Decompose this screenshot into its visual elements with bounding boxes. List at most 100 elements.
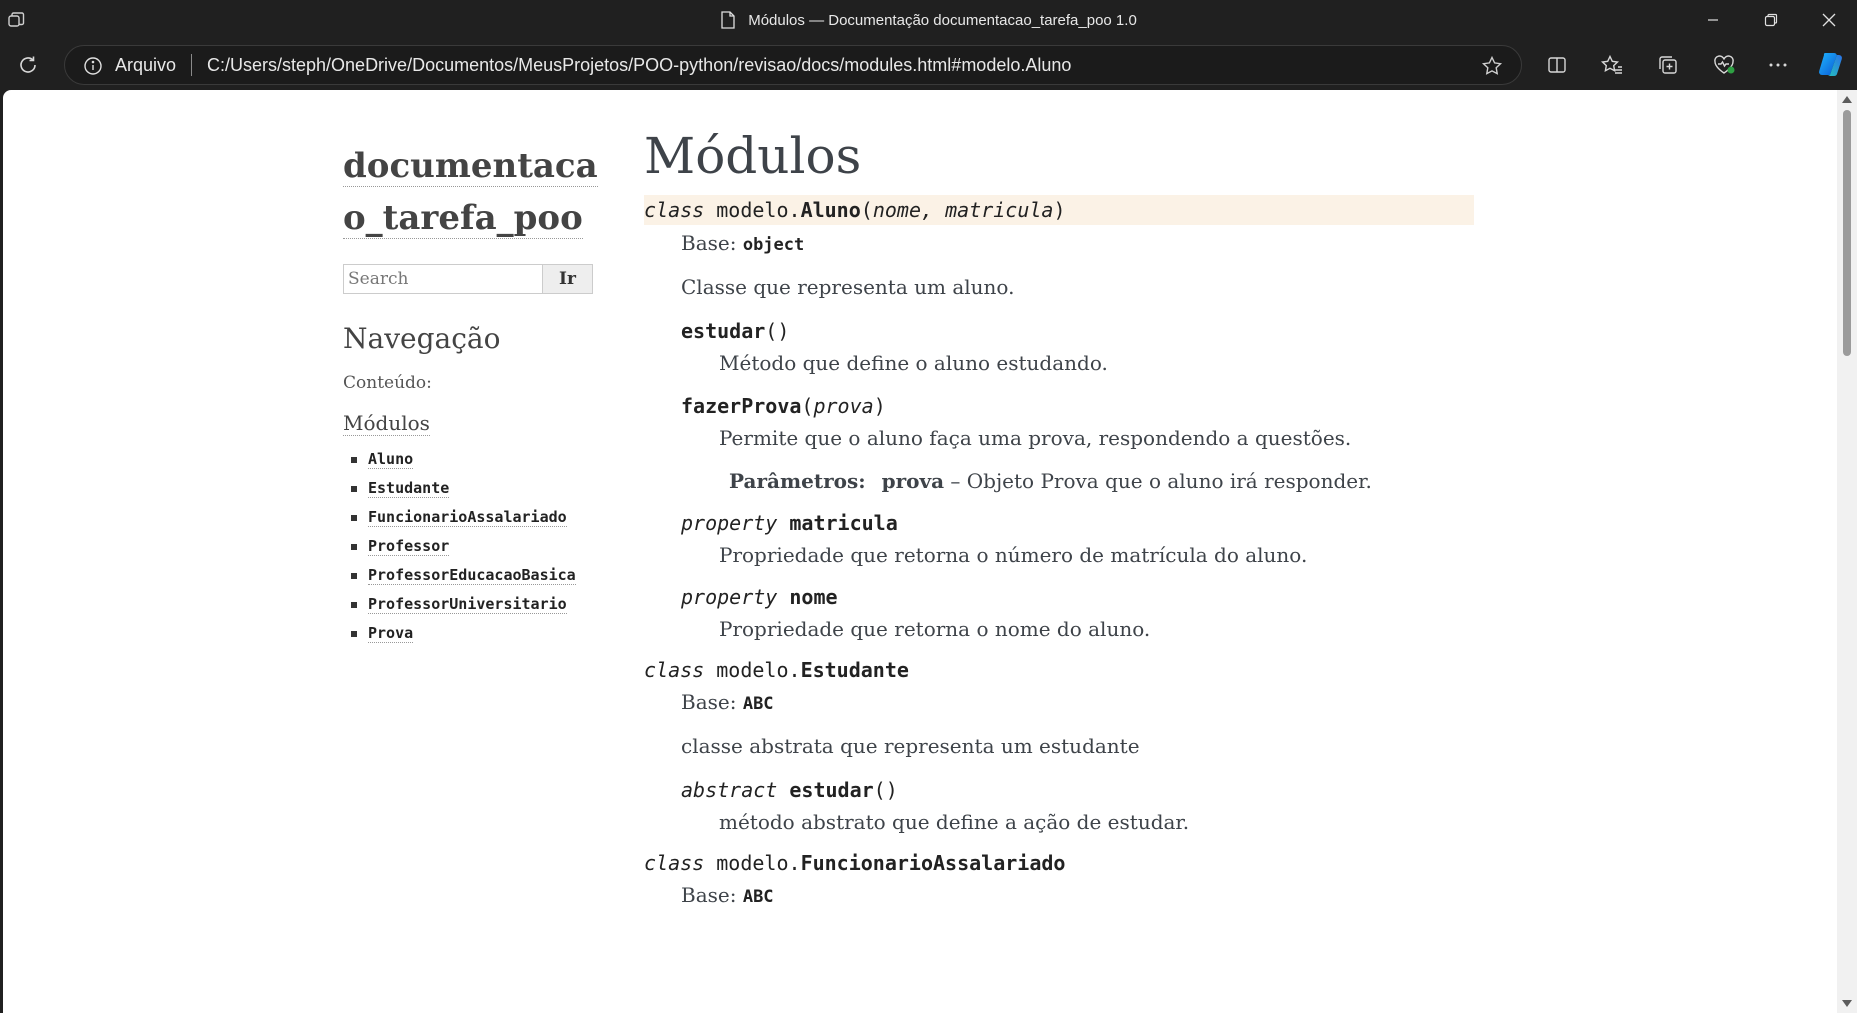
class-keyword: class bbox=[644, 851, 705, 875]
base-class-name: object bbox=[742, 235, 805, 255]
info-icon[interactable] bbox=[83, 56, 103, 76]
property-signature-matricula: property matricula bbox=[681, 508, 1474, 538]
module-prefix: modelo. bbox=[716, 658, 801, 682]
toc-link-professor[interactable]: Professor bbox=[368, 537, 450, 556]
scroll-up-arrow-icon[interactable] bbox=[1842, 96, 1852, 103]
base-class-line: Base: object bbox=[681, 228, 1474, 260]
method-description: Método que define o aluno estudando. bbox=[719, 351, 1108, 375]
paren-open: ( bbox=[860, 198, 873, 222]
more-options-button[interactable] bbox=[1760, 48, 1796, 82]
base-class-name: ABC bbox=[742, 694, 774, 714]
window-title-text: Módulos — Documentação documentacao_tare… bbox=[748, 11, 1137, 29]
scheme-label: Arquivo bbox=[115, 55, 177, 75]
browser-essentials-button[interactable] bbox=[1706, 48, 1742, 82]
split-screen-button[interactable] bbox=[1539, 48, 1575, 82]
browser-toolbar: Arquivo C:/Users/steph/OneDrive/Document… bbox=[0, 40, 1857, 90]
paren-close: ) bbox=[1053, 198, 1066, 222]
contents-caption: Conteúdo: bbox=[343, 373, 432, 393]
method-parens: () bbox=[873, 778, 898, 802]
navigation-heading: Navegação bbox=[343, 322, 501, 355]
base-class-name: ABC bbox=[742, 887, 774, 907]
method-parens: () bbox=[765, 319, 790, 343]
module-prefix: modelo. bbox=[716, 198, 801, 222]
class-name: FuncionarioAssalariado bbox=[800, 851, 1066, 875]
property-name: matricula bbox=[789, 511, 898, 535]
toc-link-prova[interactable]: Prova bbox=[368, 624, 414, 643]
class-signature-aluno: class modelo.Aluno(nome, matricula) bbox=[644, 195, 1474, 225]
paren-open: ( bbox=[801, 394, 814, 418]
property-description: Propriedade que retorna o número de matr… bbox=[719, 543, 1308, 567]
url-text[interactable]: C:/Users/steph/OneDrive/Documentos/MeusP… bbox=[207, 55, 1071, 76]
class-description: Classe que representa um aluno. bbox=[681, 275, 1015, 299]
scrollbar-thumb[interactable] bbox=[1843, 110, 1851, 356]
list-item: Estudante bbox=[351, 473, 605, 502]
property-signature-nome: property nome bbox=[681, 582, 1474, 612]
property-keyword: property bbox=[681, 585, 778, 609]
favorite-star-icon[interactable] bbox=[1481, 55, 1503, 77]
list-item: ProfessorUniversitario bbox=[351, 589, 605, 618]
property-keyword: property bbox=[681, 511, 778, 535]
class-keyword: class bbox=[644, 198, 705, 222]
search-go-button[interactable]: Ir bbox=[543, 264, 593, 294]
list-item: Professor bbox=[351, 531, 605, 560]
page-viewport: documentaca o_tarefa_poo Ir Navegação Co… bbox=[3, 90, 1837, 1013]
page-title: Módulos bbox=[644, 127, 862, 185]
toc-link-aluno[interactable]: Aluno bbox=[368, 450, 414, 469]
property-name: nome bbox=[789, 585, 838, 609]
method-name: fazerProva bbox=[681, 394, 802, 418]
window-title: Módulos — Documentação documentacao_tare… bbox=[0, 0, 1857, 40]
collections-button[interactable] bbox=[1650, 48, 1686, 82]
logo-line-1: documentaca bbox=[343, 146, 598, 187]
address-bar[interactable]: Arquivo C:/Users/steph/OneDrive/Document… bbox=[64, 45, 1522, 85]
method-description: Permite que o aluno faça uma prova, resp… bbox=[719, 426, 1352, 450]
method-name: estudar bbox=[681, 319, 766, 343]
property-description: Propriedade que retorna o nome do aluno. bbox=[719, 617, 1151, 641]
window-titlebar: Módulos — Documentação documentacao_tare… bbox=[0, 0, 1857, 40]
abstract-keyword: abstract bbox=[681, 778, 778, 802]
scroll-down-arrow-icon[interactable] bbox=[1842, 1000, 1852, 1007]
minimize-button[interactable] bbox=[1685, 0, 1741, 40]
doc-body: Módulos class modelo.Aluno(nome, matricu… bbox=[644, 125, 1474, 912]
base-class-line: Base: ABC bbox=[681, 687, 1474, 719]
method-param: prova bbox=[813, 394, 874, 418]
close-window-button[interactable] bbox=[1801, 0, 1857, 40]
logo-line-2: o_tarefa_poo bbox=[343, 198, 583, 239]
method-name: estudar bbox=[789, 778, 874, 802]
param-name: prova bbox=[881, 469, 945, 493]
search-input[interactable] bbox=[343, 264, 543, 294]
page-scrollbar[interactable] bbox=[1837, 90, 1857, 1013]
doc-sidebar: documentaca o_tarefa_poo Ir Navegação Co… bbox=[343, 140, 605, 647]
list-item: Prova bbox=[351, 618, 605, 647]
page-icon bbox=[721, 11, 735, 29]
class-signature-estudante: class modelo.Estudante bbox=[644, 655, 1474, 685]
paren-close: ) bbox=[873, 394, 886, 418]
base-class-line: Base: ABC bbox=[681, 880, 1474, 912]
search-form: Ir bbox=[343, 264, 605, 296]
copilot-icon[interactable] bbox=[1812, 48, 1848, 82]
list-item: Aluno bbox=[351, 444, 605, 473]
toc-list: Aluno Estudante FuncionarioAssalariado P… bbox=[351, 444, 605, 647]
param-description: – Objeto Prova que o aluno irá responder… bbox=[944, 469, 1372, 493]
class-params: nome, matricula bbox=[872, 198, 1054, 222]
class-description: classe abstrata que representa um estuda… bbox=[681, 734, 1140, 758]
toc-link-professor-educacao-basica[interactable]: ProfessorEducacaoBasica bbox=[368, 566, 576, 585]
method-signature-estudar: estudar() bbox=[681, 316, 1474, 346]
module-prefix: modelo. bbox=[716, 851, 801, 875]
toc-link-professor-universitario[interactable]: ProfessorUniversitario bbox=[368, 595, 567, 614]
method-signature-estudar-abstract: abstract estudar() bbox=[681, 775, 1474, 805]
reload-button[interactable] bbox=[10, 48, 46, 82]
method-description: método abstrato que define a ação de est… bbox=[719, 810, 1190, 834]
method-signature-fazer-prova: fazerProva(prova) bbox=[681, 391, 1474, 421]
toc-link-estudante[interactable]: Estudante bbox=[368, 479, 450, 498]
toc-link-funcionario-assalariado[interactable]: FuncionarioAssalariado bbox=[368, 508, 567, 527]
project-logo-link[interactable]: documentaca o_tarefa_poo bbox=[343, 140, 605, 244]
list-item: FuncionarioAssalariado bbox=[351, 502, 605, 531]
address-separator bbox=[191, 54, 192, 76]
parameters-label: Parâmetros: bbox=[729, 469, 866, 493]
restore-button[interactable] bbox=[1743, 0, 1799, 40]
class-name: Estudante bbox=[800, 658, 909, 682]
favorites-button[interactable] bbox=[1594, 48, 1630, 82]
toc-link-modulos[interactable]: Módulos bbox=[343, 411, 430, 436]
list-item: ProfessorEducacaoBasica bbox=[351, 560, 605, 589]
parameters-field: Parâmetros: prova – Objeto Prova que o al… bbox=[729, 466, 1474, 496]
